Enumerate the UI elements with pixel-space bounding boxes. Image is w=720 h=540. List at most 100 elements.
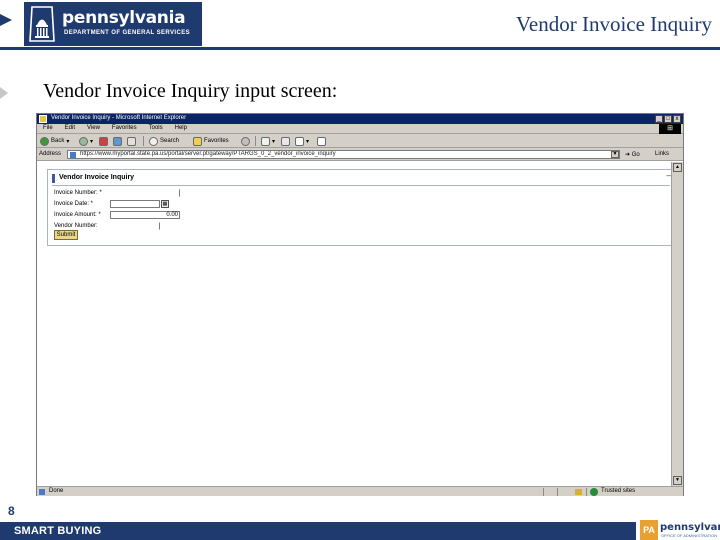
portlet-title-marker <box>52 174 55 183</box>
calendar-icon[interactable]: ▦ <box>161 200 169 208</box>
browser-window-title: Vendor Invoice Inquiry - Microsoft Inter… <box>51 115 187 121</box>
home-button[interactable] <box>127 136 136 146</box>
mail-icon <box>261 136 270 146</box>
security-zone: Trusted sites <box>601 488 636 494</box>
status-divider <box>543 488 544 496</box>
window-controls: _ □ x <box>655 115 681 123</box>
search-label: Search <box>160 138 180 144</box>
logo-wordmark: pennsylvania <box>62 8 186 28</box>
browser-toolbar: Back ▾ ▾ Search Favorites ▾ ▾ <box>37 134 683 148</box>
links-button[interactable]: Links <box>655 151 669 157</box>
toolbar-separator <box>255 136 256 146</box>
refresh-button[interactable] <box>113 136 122 146</box>
browser-menu-bar: File Edit View Favorites Tools Help ⊞ <box>37 124 683 134</box>
pa-dgs-logo: pennsylvania DEPARTMENT OF GENERAL SERVI… <box>24 2 202 46</box>
windows-logo-icon: ⊞ <box>659 124 681 134</box>
status-bar: Done Trusted sites <box>37 486 683 496</box>
address-input[interactable]: https://www.myportal.state.pa.us/portal/… <box>67 150 620 159</box>
refresh-icon <box>113 136 122 146</box>
print-icon <box>281 136 290 146</box>
ie-page-icon <box>39 115 47 123</box>
slide-subtitle: Vendor Invoice Inquiry input screen: <box>43 80 338 102</box>
trusted-zone-icon <box>590 488 598 496</box>
footer-bar: SMART BUYING <box>0 522 636 540</box>
forward-arrow-icon <box>79 136 88 146</box>
invoice-date-label: Invoice Date: * <box>54 201 94 207</box>
scroll-up-icon[interactable]: ▲ <box>673 163 682 172</box>
status-text: Done <box>49 488 64 494</box>
browser-title-bar: Vendor Invoice Inquiry - Microsoft Inter… <box>37 114 683 124</box>
search-icon <box>149 136 158 146</box>
status-page-icon <box>39 489 45 495</box>
discuss-button[interactable] <box>317 136 326 146</box>
invoice-amount-label: Invoice Amount: * <box>54 212 101 218</box>
go-button[interactable]: ➜ Go <box>625 151 640 158</box>
back-dropdown-icon: ▾ <box>66 138 70 145</box>
go-label: Go <box>631 152 640 158</box>
logo-department: DEPARTMENT OF GENERAL SERVICES <box>64 30 191 36</box>
favorites-star-icon <box>193 136 202 146</box>
pa-office-logo: PA pennsylvania OFFICE OF ADMINISTRATION <box>640 520 720 540</box>
vertical-scrollbar[interactable]: ▲ ▼ <box>671 162 683 486</box>
history-icon <box>241 136 250 146</box>
edit-button[interactable]: ▾ <box>295 136 309 146</box>
pa-mark-icon: PA <box>640 520 658 540</box>
submit-button[interactable]: Submit <box>54 230 78 240</box>
status-divider <box>557 488 558 496</box>
history-button[interactable] <box>241 136 250 146</box>
menu-favorites[interactable]: Favorites <box>112 125 137 131</box>
print-button[interactable] <box>281 136 290 146</box>
mail-dropdown-icon: ▾ <box>272 138 276 145</box>
side-tick-decoration <box>0 87 8 99</box>
footer-text: SMART BUYING <box>14 525 102 537</box>
footer-logo-wordmark: pennsylvania <box>660 522 720 533</box>
address-dropdown-icon[interactable]: ▼ <box>611 151 619 158</box>
menu-view[interactable]: View <box>87 125 100 131</box>
edit-page-icon <box>295 136 304 146</box>
portlet-title: Vendor Invoice Inquiry <box>59 174 135 181</box>
scroll-down-icon[interactable]: ▼ <box>673 476 682 485</box>
slide-header: pennsylvania DEPARTMENT OF GENERAL SERVI… <box>0 0 720 50</box>
keystone-capitol-icon <box>29 6 55 42</box>
back-button[interactable]: Back ▾ <box>40 136 69 146</box>
stop-icon <box>99 136 108 146</box>
menu-tools[interactable]: Tools <box>149 125 163 131</box>
browser-window: Vendor Invoice Inquiry - Microsoft Inter… <box>36 113 684 496</box>
invoice-date-input[interactable] <box>110 200 160 208</box>
invoice-number-input[interactable] <box>110 189 180 197</box>
invoice-amount-input[interactable]: 0.00 <box>110 211 180 219</box>
menu-edit[interactable]: Edit <box>65 125 75 131</box>
address-bar: Address https://www.myportal.state.pa.us… <box>37 148 683 161</box>
page-title: Vendor Invoice Inquiry <box>516 12 712 36</box>
header-arrow-bullet <box>0 14 12 26</box>
minimize-button[interactable]: _ <box>655 115 663 123</box>
vendor-number-input[interactable] <box>110 222 160 230</box>
address-label: Address <box>39 151 62 157</box>
vendor-number-label: Vendor Number: <box>54 223 98 229</box>
favorites-label: Favorites <box>204 138 229 144</box>
maximize-button[interactable]: □ <box>664 115 672 123</box>
menu-file[interactable]: File <box>43 125 53 131</box>
favorites-button[interactable]: Favorites <box>193 136 229 146</box>
go-arrow-icon: ➜ <box>625 152 631 158</box>
stop-button[interactable] <box>99 136 108 146</box>
address-url: https://www.myportal.state.pa.us/portal/… <box>80 151 336 157</box>
search-button[interactable]: Search <box>149 136 179 146</box>
menu-help[interactable]: Help <box>175 125 187 131</box>
page-icon <box>70 152 76 158</box>
discuss-icon <box>317 136 326 146</box>
invoice-number-label: Invoice Number: * <box>54 190 102 196</box>
browser-content: Vendor Invoice Inquiry – Invoice Number:… <box>37 162 675 486</box>
edit-dropdown-icon: ▾ <box>306 138 310 145</box>
close-button[interactable]: x <box>673 115 681 123</box>
back-label: Back <box>51 138 65 144</box>
forward-dropdown-icon: ▾ <box>90 138 94 145</box>
portlet-divider <box>52 185 670 186</box>
page-number: 8 <box>8 504 15 518</box>
back-arrow-icon <box>40 136 49 146</box>
footer-logo-sub: OFFICE OF ADMINISTRATION <box>661 533 718 538</box>
mail-button[interactable]: ▾ <box>261 136 275 146</box>
forward-button[interactable]: ▾ <box>79 136 93 146</box>
toolbar-separator <box>143 136 144 146</box>
home-icon <box>127 136 136 146</box>
